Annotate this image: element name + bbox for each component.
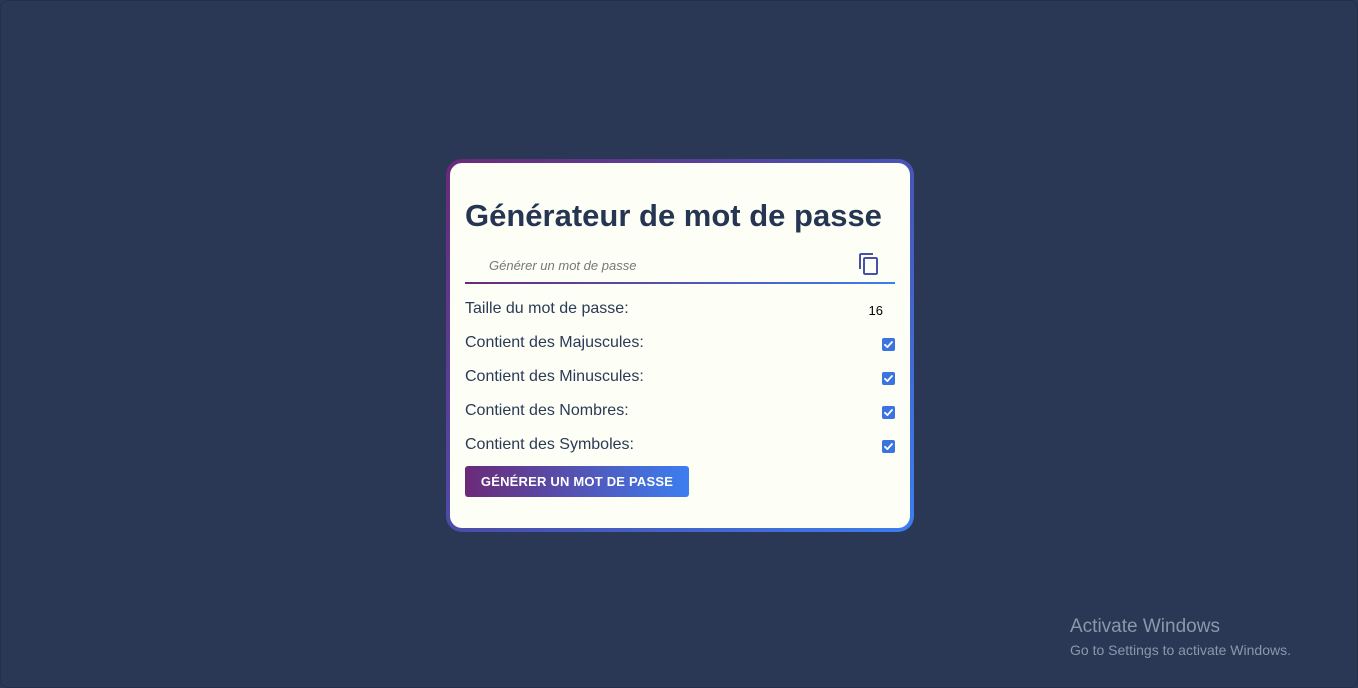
- lowercase-option: Contient des Minuscules:: [465, 368, 895, 390]
- watermark-title: Activate Windows: [1070, 616, 1220, 637]
- watermark-subtitle: Go to Settings to activate Windows.: [1070, 642, 1291, 658]
- page-title: Générateur de mot de passe: [465, 198, 882, 233]
- card-body: Générateur de mot de passe Générer un mo…: [450, 163, 910, 528]
- uppercase-option: Contient des Majuscules:: [465, 334, 895, 356]
- copy-icon: [859, 253, 878, 275]
- uppercase-checkbox[interactable]: [882, 338, 895, 351]
- symbols-option: Contient des Symboles:: [465, 436, 895, 458]
- password-output[interactable]: Générer un mot de passe: [489, 258, 636, 273]
- password-output-row: Générer un mot de passe: [465, 248, 895, 284]
- copy-button[interactable]: [857, 252, 881, 276]
- checkmark-icon: [884, 443, 893, 450]
- checkmark-icon: [884, 409, 893, 416]
- checkmark-icon: [884, 375, 893, 382]
- numbers-label: Contient des Nombres:: [465, 402, 629, 419]
- numbers-checkbox[interactable]: [882, 406, 895, 419]
- length-option: Taille du mot de passe:: [465, 300, 895, 322]
- symbols-label: Contient des Symboles:: [465, 436, 634, 453]
- app-background: Générateur de mot de passe Générer un mo…: [0, 0, 1358, 688]
- lowercase-checkbox[interactable]: [882, 372, 895, 385]
- checkmark-icon: [884, 341, 893, 348]
- windows-activation-watermark: Activate Windows Go to Settings to activ…: [1070, 616, 1291, 660]
- length-label: Taille du mot de passe:: [465, 300, 629, 317]
- uppercase-label: Contient des Majuscules:: [465, 334, 644, 351]
- generate-button[interactable]: GÉNÉRER UN MOT DE PASSE: [465, 466, 689, 497]
- lowercase-label: Contient des Minuscules:: [465, 368, 644, 385]
- numbers-option: Contient des Nombres:: [465, 402, 895, 424]
- symbols-checkbox[interactable]: [882, 440, 895, 453]
- password-generator-card: Générateur de mot de passe Générer un mo…: [446, 159, 914, 532]
- length-input[interactable]: [841, 300, 889, 320]
